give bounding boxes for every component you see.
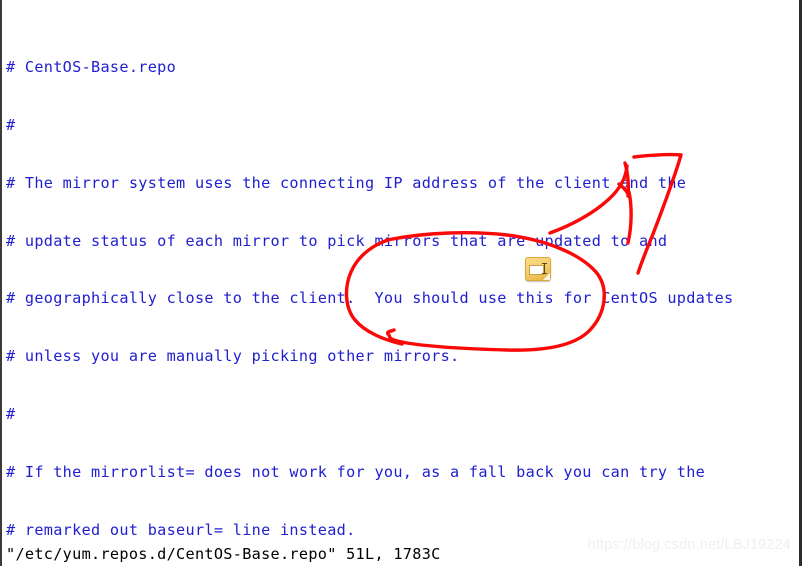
buffer-line: # update status of each mirror to pick m… — [6, 232, 796, 251]
buffer-line: # If the mirrorlist= does not work for y… — [6, 463, 796, 482]
buffer-line: # — [6, 405, 796, 424]
terminal-window: # CentOS-Base.repo # # The mirror system… — [0, 0, 802, 566]
vim-text-buffer[interactable]: # CentOS-Base.repo # # The mirror system… — [6, 0, 796, 566]
buffer-line: # CentOS-Base.repo — [6, 58, 796, 77]
ime-icon-corner-fold — [543, 273, 550, 280]
buffer-line: # — [6, 116, 796, 135]
comment-text: # The mirror system uses the connecting … — [6, 173, 687, 192]
watermark-text: https://blog.csdn.net/LBJ19224 — [587, 537, 791, 553]
vim-status-line: "/etc/yum.repos.d/CentOS-Base.repo" 51L,… — [6, 545, 441, 563]
buffer-line: # unless you are manually picking other … — [6, 347, 796, 366]
comment-text: # — [6, 405, 16, 424]
comment-text: # unless you are manually picking other … — [6, 347, 460, 366]
comment-text: # geographically close to the client. Yo… — [6, 289, 734, 308]
buffer-line: # geographically close to the client. Yo… — [6, 289, 796, 308]
input-method-indicator-icon[interactable] — [525, 257, 551, 281]
comment-text: # update status of each mirror to pick m… — [6, 231, 668, 250]
buffer-line: # The mirror system uses the connecting … — [6, 174, 796, 193]
comment-text: # remarked out baseurl= line instead. — [6, 521, 356, 540]
comment-text: # — [6, 115, 16, 134]
comment-text: # If the mirrorlist= does not work for y… — [6, 463, 706, 482]
comment-text: # CentOS-Base.repo — [6, 57, 177, 76]
